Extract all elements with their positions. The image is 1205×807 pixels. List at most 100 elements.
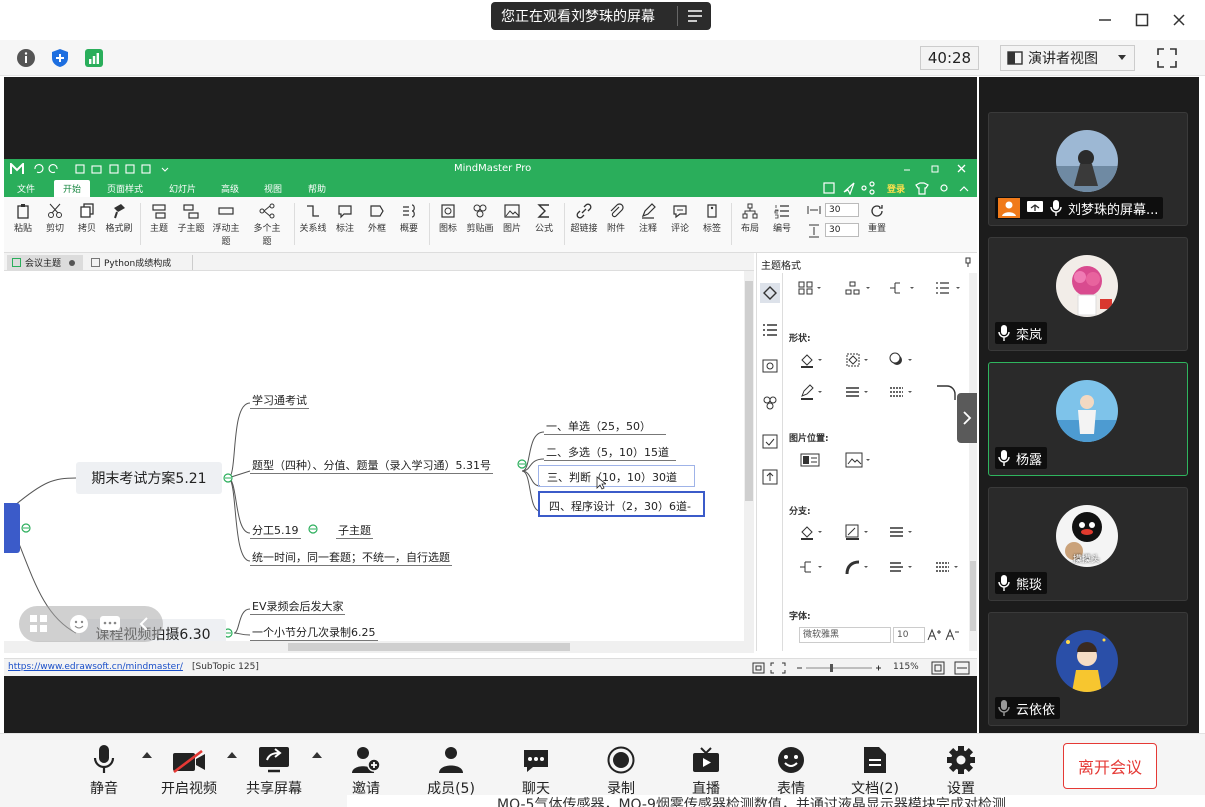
chat-button[interactable]: 聊天: [501, 742, 571, 798]
subtopic-question-types[interactable]: 题型（四种）、分值、题量（录入学习通）5.31号: [250, 457, 493, 474]
close-icon[interactable]: [1169, 10, 1189, 30]
subtopic-unified-time[interactable]: 统一时间，同一套题；不统一，自行选题: [250, 549, 452, 566]
numbering-button[interactable]: 编号: [765, 201, 799, 234]
font-family-select[interactable]: 微软雅黑: [799, 627, 891, 643]
tag-button[interactable]: 标签: [695, 201, 729, 234]
participant-tile-3[interactable]: 杨露: [988, 362, 1188, 476]
fit-page-icons[interactable]: [931, 661, 971, 675]
security-shield-icon[interactable]: [49, 47, 71, 69]
pin-icon[interactable]: [964, 257, 972, 267]
subtopic-multiple-choice[interactable]: 二、多选（5，10）15道: [544, 444, 676, 461]
image-top-icon[interactable]: [843, 451, 873, 469]
emoji-button[interactable]: 表情: [756, 742, 826, 798]
skin-settings-icons[interactable]: [914, 181, 974, 195]
cut-button[interactable]: 剪切: [38, 201, 72, 234]
mindmap-canvas[interactable]: 期末考试方案5.21 学习通考试 题型（四种）、分值、题量（录入学习通）5.31…: [4, 271, 744, 641]
subtopic-record-sections[interactable]: 一个小节分几次录制6.25: [250, 624, 378, 641]
clipart-button[interactable]: 剪贴画: [463, 201, 497, 234]
reset-button[interactable]: 重置: [860, 201, 894, 234]
hyperlink-button[interactable]: 超链接: [567, 201, 601, 234]
view-mode-select[interactable]: 演讲者视图: [1000, 45, 1135, 71]
floating-topic-button[interactable]: 浮动主题: [209, 201, 243, 247]
mindmaster-window-controls[interactable]: [902, 164, 968, 174]
root-topic-node[interactable]: [4, 503, 20, 553]
canvas-horizontal-scrollbar[interactable]: [4, 641, 754, 653]
summary-button[interactable]: 概要: [392, 201, 426, 234]
fill-color-icon[interactable]: [797, 351, 827, 369]
minimize-icon[interactable]: [1095, 10, 1115, 30]
menu-help[interactable]: 帮助: [308, 182, 326, 195]
info-icon[interactable]: [15, 47, 37, 69]
dash-style-icon[interactable]: [887, 383, 917, 401]
record-button[interactable]: 录制: [586, 742, 656, 798]
image-button[interactable]: 图片: [495, 201, 529, 234]
shadow-icon[interactable]: [887, 351, 917, 369]
video-options-caret[interactable]: [227, 752, 237, 758]
doc-tab-python[interactable]: Python成绩构成: [88, 255, 193, 270]
connector-style-icon[interactable]: [887, 279, 917, 297]
image-left-icon[interactable]: [795, 451, 825, 469]
icon-button[interactable]: 图标: [431, 201, 465, 234]
branch-weight-icon[interactable]: [887, 523, 917, 541]
share-screen-button[interactable]: 共享屏幕: [239, 742, 309, 798]
relationship-button[interactable]: 关系线: [296, 201, 330, 234]
subtopic-child[interactable]: 子主题: [336, 522, 373, 539]
branch-dash-icon[interactable]: [933, 558, 963, 576]
signal-strength-icon[interactable]: [83, 47, 105, 69]
invite-button[interactable]: 邀请: [331, 742, 401, 798]
participant-tile-5[interactable]: 云依依: [988, 612, 1188, 726]
participant-tile-4[interactable]: 摸摸头 熊琰: [988, 487, 1188, 601]
mute-options-caret[interactable]: [142, 752, 152, 758]
spacing-height-stepper[interactable]: 30: [825, 223, 859, 237]
main-topic-exam-plan[interactable]: 期末考试方案5.21: [76, 462, 222, 494]
documents-button[interactable]: 文档(2): [840, 742, 910, 798]
branch-arrow-icon[interactable]: [887, 558, 917, 576]
collapse-chevron-icon[interactable]: [137, 616, 151, 632]
share-tools-icons[interactable]: [822, 181, 894, 195]
spacing-width-stepper[interactable]: 30: [825, 203, 859, 217]
clipart-panel-icon[interactable]: [762, 395, 778, 411]
settings-button[interactable]: 设置: [926, 742, 996, 798]
leave-meeting-button[interactable]: 离开会议: [1063, 743, 1157, 789]
chat-bubble-icon[interactable]: [99, 614, 121, 634]
corner-style-icon[interactable]: [935, 383, 959, 401]
sidebar-toggle[interactable]: [957, 393, 977, 443]
branch-line-color-icon[interactable]: [843, 523, 873, 541]
format-paint-icon[interactable]: [760, 283, 780, 303]
subtopic-programming[interactable]: 四、程序设计（2，30）6道-: [538, 491, 705, 517]
participant-tile-1[interactable]: 刘梦珠的屏幕...: [988, 112, 1188, 226]
callout-button[interactable]: 标注: [328, 201, 362, 234]
menu-home[interactable]: 开始: [54, 180, 91, 197]
participant-tile-2[interactable]: 栾岚: [988, 237, 1188, 351]
panel-scrollbar[interactable]: [969, 273, 977, 651]
login-link[interactable]: 登录: [887, 182, 905, 195]
start-video-button[interactable]: 开启视频: [154, 742, 224, 798]
line-weight-icon[interactable]: [843, 383, 873, 401]
icon-library-icon[interactable]: [762, 359, 778, 373]
subtopic-button[interactable]: 子主题: [174, 201, 208, 234]
zoom-slider[interactable]: [796, 664, 882, 672]
outline-list-icon[interactable]: [762, 323, 778, 337]
mute-button[interactable]: 静音: [69, 742, 139, 798]
subtopic-exam-platform[interactable]: 学习通考试: [250, 392, 309, 409]
grid-apps-icon[interactable]: [29, 614, 49, 634]
menu-view[interactable]: 视图: [264, 182, 282, 195]
quick-access-icons[interactable]: [32, 163, 172, 175]
shape-select-icon[interactable]: [843, 351, 873, 369]
banner-menu-icon[interactable]: [678, 9, 711, 23]
layout-style-icon[interactable]: [795, 279, 825, 297]
emoji-reaction-icon[interactable]: [69, 614, 89, 634]
subtopic-ev-recording[interactable]: EV录频会后发大家: [250, 598, 346, 615]
numbering-style-icon[interactable]: [933, 279, 963, 297]
layout-button[interactable]: 布局: [733, 201, 767, 234]
doc-tab-meeting[interactable]: 会议主题: [7, 255, 83, 270]
attachment-button[interactable]: 附件: [599, 201, 633, 234]
view-toggle-icons[interactable]: [752, 661, 788, 675]
copy-button[interactable]: 拷贝: [70, 201, 104, 234]
branch-fill-icon[interactable]: [797, 523, 827, 541]
menu-slides[interactable]: 幻灯片: [169, 182, 196, 195]
boundary-button[interactable]: 外框: [360, 201, 394, 234]
fullscreen-icon[interactable]: [1156, 47, 1178, 69]
topic-button[interactable]: 主题: [142, 201, 176, 234]
font-grow-shrink-icons[interactable]: [927, 628, 963, 642]
